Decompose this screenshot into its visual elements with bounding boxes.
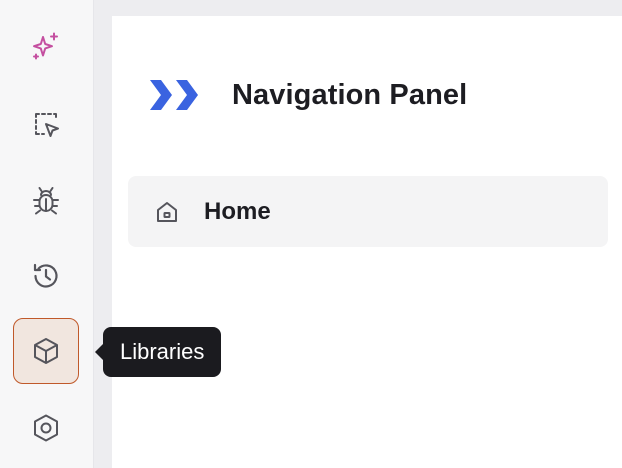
history-icon xyxy=(33,263,58,288)
icon-rail xyxy=(0,0,94,468)
sparkles-icon xyxy=(33,32,58,60)
tooltip-arrow xyxy=(95,344,103,360)
select-pointer-icon xyxy=(35,113,59,137)
brand-header: Navigation Panel xyxy=(148,76,467,114)
nav-item-home[interactable]: Home xyxy=(128,176,608,247)
libraries-button[interactable] xyxy=(13,318,79,384)
debug-button[interactable] xyxy=(13,168,79,234)
libraries-tooltip: Libraries xyxy=(95,327,222,377)
select-tool-button[interactable] xyxy=(13,91,79,157)
panel-title: Navigation Panel xyxy=(232,78,468,111)
brand-logo-icon xyxy=(150,80,198,110)
tooltip-label: Libraries xyxy=(120,339,205,364)
home-icon xyxy=(157,201,177,222)
ai-assistant-button[interactable] xyxy=(13,13,79,79)
bug-icon xyxy=(33,187,59,215)
cube-icon xyxy=(34,338,58,364)
navigation-panel: Navigation Panel Home xyxy=(112,16,622,468)
settings-button[interactable] xyxy=(13,395,79,461)
nav-item-label: Home xyxy=(204,197,271,225)
hexagon-settings-icon xyxy=(34,414,58,442)
history-button[interactable] xyxy=(13,243,79,309)
